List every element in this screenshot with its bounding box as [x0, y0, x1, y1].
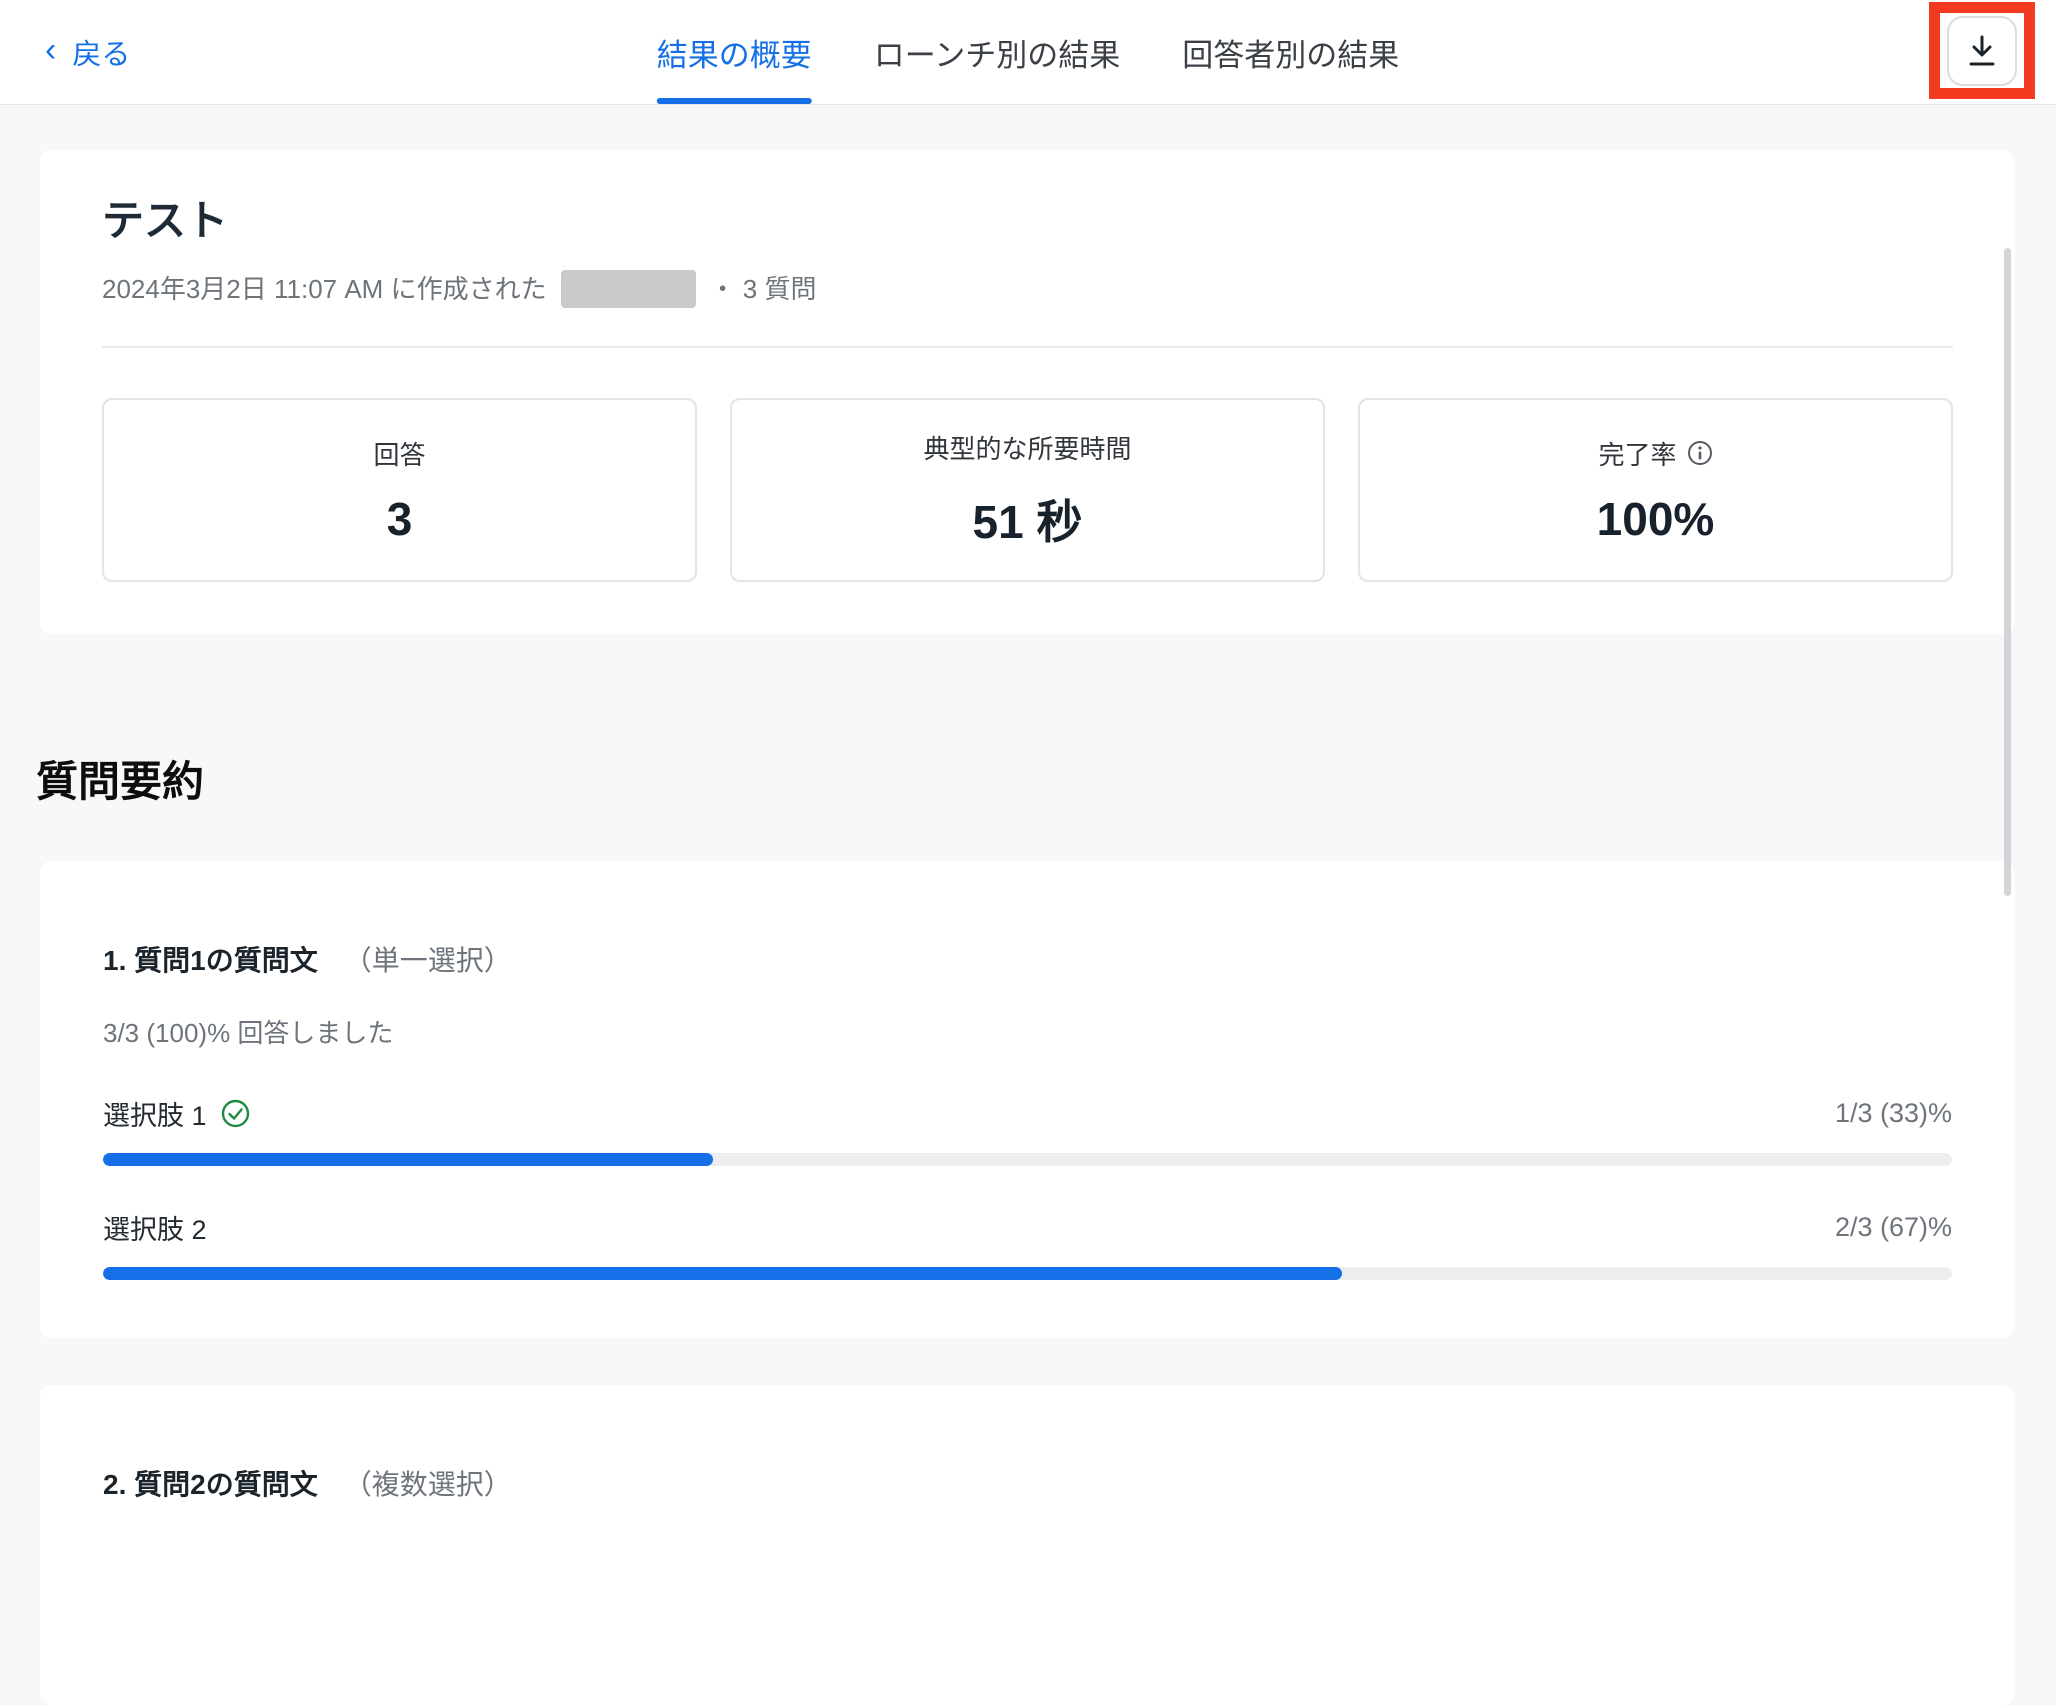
question-summary-heading: 質問要約 [36, 748, 2056, 809]
question-type-label: （単一選択） [344, 939, 512, 979]
info-icon[interactable] [1687, 440, 1713, 466]
stat-card-completion-rate: 完了率 100% [1358, 398, 1953, 582]
redacted-author-name [561, 270, 696, 308]
tab-label: 結果の概要 [657, 30, 812, 75]
survey-meta-line: 2024年3月2日 11:07 AM に作成された ・ 3 質問 [102, 270, 1953, 308]
choice-row: 選択肢 1 1/3 (33)% [103, 1094, 1952, 1133]
tab-label: 回答者別の結果 [1182, 30, 1399, 75]
stats-row: 回答 3 典型的な所要時間 51 秒 完了率 [102, 398, 1953, 582]
download-icon [1967, 35, 1997, 67]
tab-results-by-respondent[interactable]: 回答者別の結果 [1182, 0, 1399, 104]
choice-row: 選択肢 2 2/3 (67)% [103, 1208, 1952, 1247]
tab-label: ローンチ別の結果 [874, 30, 1120, 75]
choice-label: 選択肢 1 [103, 1094, 207, 1133]
survey-overview-card: テスト 2024年3月2日 11:07 AM に作成された ・ 3 質問 回答 … [40, 150, 2015, 634]
choice-progress-fill [103, 1153, 713, 1166]
results-tabs: 結果の概要 ローンチ別の結果 回答者別の結果 [657, 0, 1399, 104]
question-type-label: （複数選択） [344, 1463, 512, 1503]
question-title-row: 1. 質問1の質問文 （単一選択） [103, 939, 1952, 979]
tab-results-overview[interactable]: 結果の概要 [657, 0, 812, 104]
choice-progress-track [103, 1153, 1952, 1166]
stat-value: 3 [387, 492, 413, 546]
stat-card-typical-time: 典型的な所要時間 51 秒 [730, 398, 1325, 582]
stat-label: 完了率 [1598, 435, 1676, 472]
question-card-2: 2. 質問2の質問文 （複数選択） [40, 1385, 2015, 1705]
stat-card-responses: 回答 3 [102, 398, 697, 582]
annotation-highlight-box [1929, 2, 2035, 99]
top-navigation-bar: ‹ 戻る 結果の概要 ローンチ別の結果 回答者別の結果 [0, 0, 2056, 105]
choice-progress-track [103, 1267, 1952, 1280]
stat-label: 回答 [373, 435, 425, 472]
question-answered-stats: 3/3 (100)% 回答しました [103, 1013, 1952, 1050]
back-button[interactable]: ‹ 戻る [45, 0, 130, 104]
survey-question-count: ・ 3 質問 [710, 271, 817, 307]
question-title: 2. 質問2の質問文 [103, 1463, 318, 1503]
tab-results-by-launch[interactable]: ローンチ別の結果 [874, 0, 1120, 104]
vertical-scrollbar-thumb[interactable] [2004, 248, 2011, 896]
choice-progress-fill [103, 1267, 1342, 1280]
question-card-1: 1. 質問1の質問文 （単一選択） 3/3 (100)% 回答しました 選択肢 … [40, 861, 2015, 1338]
divider [102, 346, 1953, 348]
active-tab-underline [657, 98, 812, 104]
choice-label-wrap: 選択肢 2 [103, 1208, 207, 1247]
question-title-row: 2. 質問2の質問文 （複数選択） [103, 1463, 1952, 1503]
choice-result-value: 2/3 (67)% [1835, 1212, 1952, 1243]
stat-label-with-info: 完了率 [1598, 435, 1712, 472]
back-button-label: 戻る [72, 31, 130, 73]
choice-result-value: 1/3 (33)% [1835, 1098, 1952, 1129]
choice-label-wrap: 選択肢 1 [103, 1094, 250, 1133]
choice-label: 選択肢 2 [103, 1208, 207, 1247]
stat-value: 100% [1597, 492, 1715, 546]
question-title: 1. 質問1の質問文 [103, 939, 318, 979]
stat-value: 51 秒 [973, 486, 1083, 552]
survey-title: テスト [102, 196, 1953, 246]
results-overview-panel: テスト 2024年3月2日 11:07 AM に作成された ・ 3 質問 回答 … [0, 105, 2056, 1430]
correct-answer-check-icon [221, 1099, 250, 1128]
chevron-left-icon: ‹ [45, 33, 56, 67]
survey-created-text: 2024年3月2日 11:07 AM に作成された [102, 271, 547, 307]
download-button[interactable] [1947, 16, 2017, 86]
stat-label: 典型的な所要時間 [923, 429, 1131, 466]
